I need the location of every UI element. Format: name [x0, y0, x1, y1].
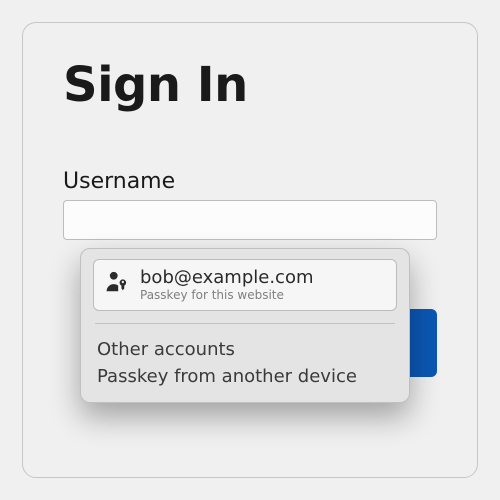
passkey-autofill-popup: bob@example.com Passkey for this website… — [80, 248, 410, 403]
passkey-another-device-option[interactable]: Passkey from another device — [93, 363, 397, 390]
username-input[interactable] — [63, 200, 437, 240]
username-label: Username — [63, 169, 437, 194]
passkey-account-item[interactable]: bob@example.com Passkey for this website — [93, 259, 397, 311]
passkey-account-name: bob@example.com — [140, 268, 314, 288]
page-title: Sign In — [63, 57, 437, 113]
passkey-icon — [104, 269, 130, 299]
other-accounts-option[interactable]: Other accounts — [93, 336, 397, 363]
divider — [95, 323, 395, 324]
passkey-account-subtitle: Passkey for this website — [140, 289, 314, 302]
